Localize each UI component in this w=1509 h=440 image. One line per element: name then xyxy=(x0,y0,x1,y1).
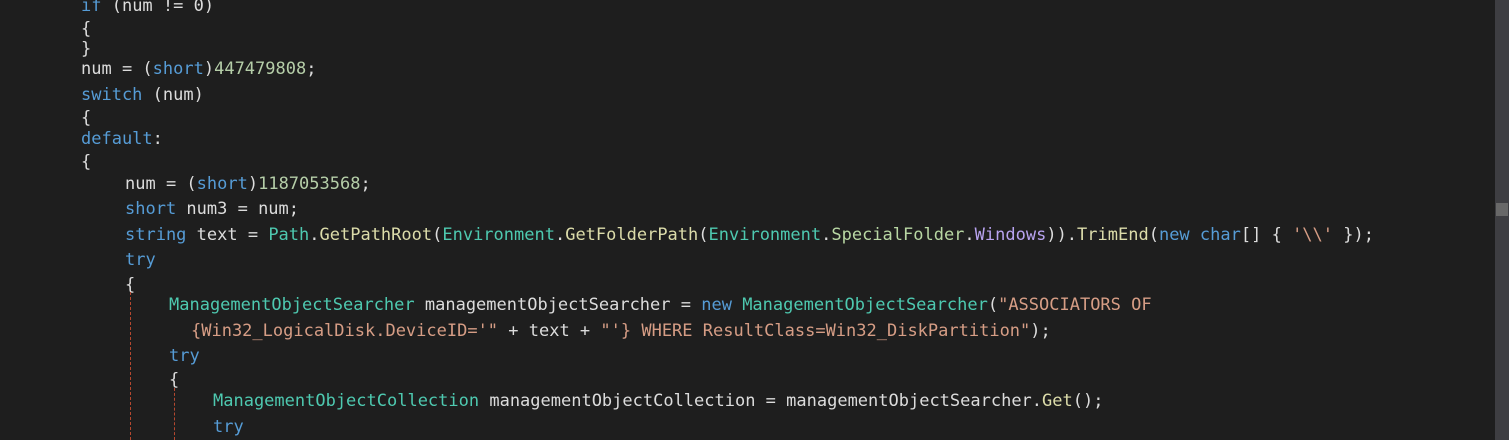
code-token: "ASSOCIATORS OF xyxy=(998,295,1152,315)
code-token: { xyxy=(81,108,92,128)
indent-guide-inner-try-block xyxy=(174,388,175,440)
code-token: ) xyxy=(203,59,215,79)
code-token: [] { xyxy=(1240,225,1293,245)
code-token: . xyxy=(554,225,566,245)
code-token: ( xyxy=(698,225,709,245)
code-token: ); xyxy=(1030,321,1051,341)
code-line[interactable]: {Win32_LogicalDisk.DeviceID='" + text + … xyxy=(191,319,1051,343)
code-token: num3 = num; xyxy=(176,199,300,219)
code-token: TrimEnd xyxy=(1077,225,1149,245)
code-token: ManagementObjectSearcher xyxy=(169,295,415,315)
code-line[interactable]: default: xyxy=(81,127,163,151)
code-token: short xyxy=(152,59,204,79)
code-token: 447479808 xyxy=(214,59,307,79)
code-token: ( xyxy=(1148,225,1159,245)
code-token: '\\' xyxy=(1292,225,1334,245)
code-token: new xyxy=(701,295,732,315)
code-line[interactable]: switch (num) xyxy=(81,83,204,107)
code-line[interactable]: string text = Path.GetPathRoot(Environme… xyxy=(125,223,1374,247)
code-line[interactable]: ManagementObjectCollection managementObj… xyxy=(213,389,1103,413)
code-token: Environment xyxy=(442,225,555,245)
code-token: short xyxy=(196,174,248,194)
code-token: (); xyxy=(1072,391,1104,411)
code-line[interactable]: try xyxy=(213,415,244,439)
code-token: {Win32_LogicalDisk.DeviceID='" xyxy=(191,321,499,341)
code-token: )). xyxy=(1046,225,1078,245)
code-token: ManagementObjectSearcher xyxy=(742,295,988,315)
code-token: (num) xyxy=(142,85,204,105)
code-token: { xyxy=(169,370,180,390)
indent-guide-try-block xyxy=(130,292,131,440)
code-token: ; xyxy=(306,59,317,79)
code-token: SpecialFolder xyxy=(831,225,965,245)
code-line[interactable]: short num3 = num; xyxy=(125,197,299,221)
code-token: string xyxy=(125,225,187,245)
code-token: Get xyxy=(1042,391,1073,411)
code-token: } xyxy=(81,39,92,59)
code-token: try xyxy=(169,346,200,366)
code-token: 1187053568 xyxy=(258,174,361,194)
code-token: . xyxy=(964,225,975,245)
code-line[interactable]: ManagementObjectSearcher managementObjec… xyxy=(169,293,1152,317)
code-token: Environment xyxy=(708,225,822,245)
code-token: managementObjectCollection = managementO… xyxy=(479,391,1043,411)
code-token: "'} WHERE ResultClass=Win32_DiskPartitio… xyxy=(600,321,1031,341)
code-token: (num != 0) xyxy=(101,0,215,16)
code-token: ManagementObjectCollection xyxy=(213,391,480,411)
code-token: managementObjectSearcher = xyxy=(414,295,702,315)
scrollbar-thumb[interactable] xyxy=(1496,203,1508,216)
code-token: default xyxy=(81,129,153,149)
code-token: Windows xyxy=(974,225,1047,245)
code-token: text = xyxy=(186,225,269,245)
code-editor[interactable]: if (num != 0){} num = (short)447479808; sw… xyxy=(0,0,1495,440)
vertical-scrollbar[interactable] xyxy=(1495,0,1509,440)
code-line[interactable]: num = (short)1187053568; xyxy=(125,172,371,196)
code-token: try xyxy=(125,250,156,270)
code-token: ; xyxy=(360,174,371,194)
code-token: : xyxy=(152,129,163,149)
code-token: ( xyxy=(987,295,999,315)
code-line[interactable]: try xyxy=(169,344,200,368)
code-token: num = ( xyxy=(81,59,153,79)
code-line[interactable]: if (num != 0) xyxy=(81,0,214,18)
code-line[interactable]: try xyxy=(125,248,156,272)
code-token: . xyxy=(309,225,320,245)
code-token: Path xyxy=(268,225,310,245)
code-token: { xyxy=(81,152,92,172)
code-token: GetFolderPath xyxy=(565,225,699,245)
code-token: GetPathRoot xyxy=(319,225,433,245)
code-token: num = ( xyxy=(125,174,197,194)
code-line[interactable]: num = (short)447479808; xyxy=(81,57,316,81)
code-token: ( xyxy=(432,225,443,245)
code-token: char xyxy=(1199,225,1241,245)
code-token: try xyxy=(213,417,244,437)
code-token: ) xyxy=(247,174,259,194)
code-token: new xyxy=(1158,225,1190,245)
code-token: short xyxy=(125,199,177,219)
code-token: + text + xyxy=(498,321,601,341)
code-line[interactable]: { xyxy=(81,150,91,174)
code-token: { xyxy=(81,19,92,39)
code-token: }); xyxy=(1333,225,1374,245)
code-token: . xyxy=(821,225,832,245)
code-token: if xyxy=(81,0,102,16)
code-token: switch xyxy=(81,85,143,105)
